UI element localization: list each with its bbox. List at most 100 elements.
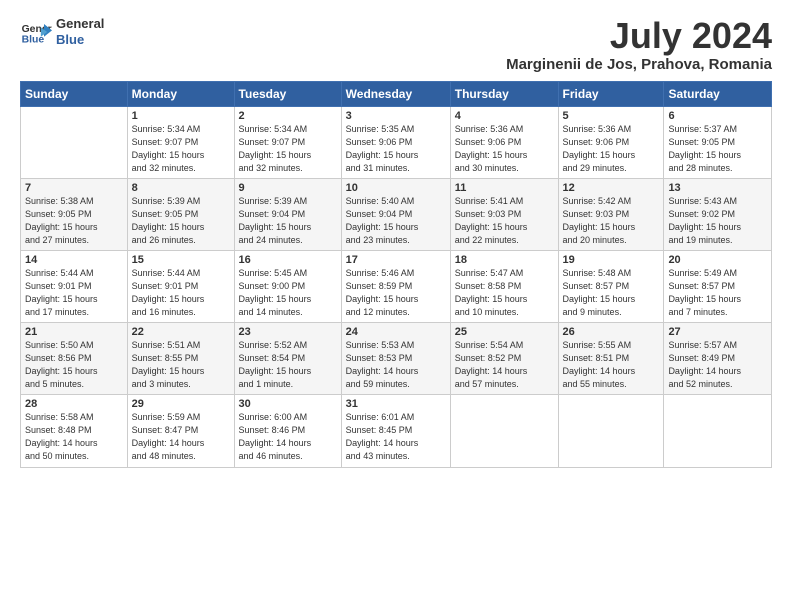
day-number: 21: [25, 326, 123, 338]
day-info: Sunrise: 5:34 AM Sunset: 9:07 PM Dayligh…: [132, 123, 230, 175]
calendar-cell: 4Sunrise: 5:36 AM Sunset: 9:06 PM Daylig…: [450, 106, 558, 178]
calendar-cell: 9Sunrise: 5:39 AM Sunset: 9:04 PM Daylig…: [234, 178, 341, 250]
calendar-cell: 10Sunrise: 5:40 AM Sunset: 9:04 PM Dayli…: [341, 178, 450, 250]
day-number: 26: [563, 326, 660, 338]
calendar-cell: 19Sunrise: 5:48 AM Sunset: 8:57 PM Dayli…: [558, 250, 664, 322]
calendar-cell: 21Sunrise: 5:50 AM Sunset: 8:56 PM Dayli…: [21, 323, 128, 395]
day-number: 31: [346, 398, 446, 410]
day-info: Sunrise: 5:44 AM Sunset: 9:01 PM Dayligh…: [132, 267, 230, 319]
day-number: 29: [132, 398, 230, 410]
day-info: Sunrise: 5:36 AM Sunset: 9:06 PM Dayligh…: [455, 123, 554, 175]
calendar-week-5: 28Sunrise: 5:58 AM Sunset: 8:48 PM Dayli…: [21, 395, 772, 467]
day-info: Sunrise: 5:47 AM Sunset: 8:58 PM Dayligh…: [455, 267, 554, 319]
month-title: July 2024: [506, 16, 772, 56]
day-info: Sunrise: 5:51 AM Sunset: 8:55 PM Dayligh…: [132, 339, 230, 391]
day-info: Sunrise: 5:36 AM Sunset: 9:06 PM Dayligh…: [563, 123, 660, 175]
calendar-cell: 17Sunrise: 5:46 AM Sunset: 8:59 PM Dayli…: [341, 250, 450, 322]
day-info: Sunrise: 5:41 AM Sunset: 9:03 PM Dayligh…: [455, 195, 554, 247]
day-number: 25: [455, 326, 554, 338]
calendar-week-2: 7Sunrise: 5:38 AM Sunset: 9:05 PM Daylig…: [21, 178, 772, 250]
day-info: Sunrise: 5:34 AM Sunset: 9:07 PM Dayligh…: [239, 123, 337, 175]
calendar-cell: 31Sunrise: 6:01 AM Sunset: 8:45 PM Dayli…: [341, 395, 450, 467]
calendar-cell: 2Sunrise: 5:34 AM Sunset: 9:07 PM Daylig…: [234, 106, 341, 178]
weekday-header-wednesday: Wednesday: [341, 81, 450, 106]
day-number: 23: [239, 326, 337, 338]
weekday-header-thursday: Thursday: [450, 81, 558, 106]
day-info: Sunrise: 5:37 AM Sunset: 9:05 PM Dayligh…: [668, 123, 767, 175]
day-info: Sunrise: 5:48 AM Sunset: 8:57 PM Dayligh…: [563, 267, 660, 319]
day-number: 17: [346, 254, 446, 266]
calendar-cell: [21, 106, 128, 178]
day-info: Sunrise: 5:53 AM Sunset: 8:53 PM Dayligh…: [346, 339, 446, 391]
day-number: 13: [668, 182, 767, 194]
day-number: 14: [25, 254, 123, 266]
calendar-cell: 11Sunrise: 5:41 AM Sunset: 9:03 PM Dayli…: [450, 178, 558, 250]
day-number: 9: [239, 182, 337, 194]
calendar-cell: 28Sunrise: 5:58 AM Sunset: 8:48 PM Dayli…: [21, 395, 128, 467]
day-info: Sunrise: 5:43 AM Sunset: 9:02 PM Dayligh…: [668, 195, 767, 247]
day-info: Sunrise: 6:00 AM Sunset: 8:46 PM Dayligh…: [239, 411, 337, 463]
calendar-cell: 5Sunrise: 5:36 AM Sunset: 9:06 PM Daylig…: [558, 106, 664, 178]
day-info: Sunrise: 5:54 AM Sunset: 8:52 PM Dayligh…: [455, 339, 554, 391]
day-number: 8: [132, 182, 230, 194]
day-number: 7: [25, 182, 123, 194]
calendar-cell: 12Sunrise: 5:42 AM Sunset: 9:03 PM Dayli…: [558, 178, 664, 250]
weekday-header-sunday: Sunday: [21, 81, 128, 106]
calendar-cell: 24Sunrise: 5:53 AM Sunset: 8:53 PM Dayli…: [341, 323, 450, 395]
calendar-cell: 14Sunrise: 5:44 AM Sunset: 9:01 PM Dayli…: [21, 250, 128, 322]
calendar-cell: 3Sunrise: 5:35 AM Sunset: 9:06 PM Daylig…: [341, 106, 450, 178]
calendar-week-3: 14 Sunrise: 5:44 AM Sunset: 9:01 PM Dayli…: [21, 250, 772, 322]
day-info: Sunrise: 5:42 AM Sunset: 9:03 PM Dayligh…: [563, 195, 660, 247]
weekday-header-saturday: Saturday: [664, 81, 772, 106]
logo: General Blue General Blue: [20, 16, 104, 48]
day-number: 4: [455, 110, 554, 122]
day-info: Sunrise: 5:35 AM Sunset: 9:06 PM Dayligh…: [346, 123, 446, 175]
calendar-cell: 13Sunrise: 5:43 AM Sunset: 9:02 PM Dayli…: [664, 178, 772, 250]
weekday-header-monday: Monday: [127, 81, 234, 106]
day-number: 18: [455, 254, 554, 266]
page: General Blue General Blue July 2024 Marg…: [0, 0, 792, 612]
calendar-cell: 26Sunrise: 5:55 AM Sunset: 8:51 PM Dayli…: [558, 323, 664, 395]
calendar-cell: [558, 395, 664, 467]
day-info: Sunrise: 5:58 AM Sunset: 8:48 PM Dayligh…: [25, 411, 123, 463]
calendar-cell: 15Sunrise: 5:44 AM Sunset: 9:01 PM Dayli…: [127, 250, 234, 322]
calendar-cell: 16Sunrise: 5:45 AM Sunset: 9:00 PM Dayli…: [234, 250, 341, 322]
day-number: 22: [132, 326, 230, 338]
calendar-cell: [450, 395, 558, 467]
day-info: Sunrise: 5:45 AM Sunset: 9:00 PM Dayligh…: [239, 267, 337, 319]
title-block: July 2024 Marginenii de Jos, Prahova, Ro…: [506, 16, 772, 73]
location-title: Marginenii de Jos, Prahova, Romania: [506, 56, 772, 73]
calendar-cell: 20Sunrise: 5:49 AM Sunset: 8:57 PM Dayli…: [664, 250, 772, 322]
day-info: Sunrise: 5:49 AM Sunset: 8:57 PM Dayligh…: [668, 267, 767, 319]
calendar-cell: 6Sunrise: 5:37 AM Sunset: 9:05 PM Daylig…: [664, 106, 772, 178]
calendar-cell: 8Sunrise: 5:39 AM Sunset: 9:05 PM Daylig…: [127, 178, 234, 250]
logo-text-blue: Blue: [56, 32, 104, 48]
day-number: 16: [239, 254, 337, 266]
day-info: Sunrise: 5:40 AM Sunset: 9:04 PM Dayligh…: [346, 195, 446, 247]
day-number: 15: [132, 254, 230, 266]
calendar-cell: 7Sunrise: 5:38 AM Sunset: 9:05 PM Daylig…: [21, 178, 128, 250]
day-info: Sunrise: 5:39 AM Sunset: 9:04 PM Dayligh…: [239, 195, 337, 247]
day-number: 20: [668, 254, 767, 266]
calendar-cell: 30Sunrise: 6:00 AM Sunset: 8:46 PM Dayli…: [234, 395, 341, 467]
calendar-cell: 18Sunrise: 5:47 AM Sunset: 8:58 PM Dayli…: [450, 250, 558, 322]
calendar-cell: 22Sunrise: 5:51 AM Sunset: 8:55 PM Dayli…: [127, 323, 234, 395]
calendar-cell: 27Sunrise: 5:57 AM Sunset: 8:49 PM Dayli…: [664, 323, 772, 395]
logo-icon: General Blue: [20, 16, 52, 48]
day-number: 11: [455, 182, 554, 194]
day-info: Sunrise: 5:46 AM Sunset: 8:59 PM Dayligh…: [346, 267, 446, 319]
day-number: 27: [668, 326, 767, 338]
header: General Blue General Blue July 2024 Marg…: [20, 16, 772, 73]
day-info: Sunrise: 5:57 AM Sunset: 8:49 PM Dayligh…: [668, 339, 767, 391]
day-number: 6: [668, 110, 767, 122]
day-number: 30: [239, 398, 337, 410]
day-number: 24: [346, 326, 446, 338]
day-info: Sunrise: 5:55 AM Sunset: 8:51 PM Dayligh…: [563, 339, 660, 391]
calendar-week-4: 21Sunrise: 5:50 AM Sunset: 8:56 PM Dayli…: [21, 323, 772, 395]
day-number: 12: [563, 182, 660, 194]
weekday-header-row: SundayMondayTuesdayWednesdayThursdayFrid…: [21, 81, 772, 106]
day-number: 5: [563, 110, 660, 122]
day-number: 10: [346, 182, 446, 194]
calendar-cell: [664, 395, 772, 467]
day-info: Sunrise: 5:59 AM Sunset: 8:47 PM Dayligh…: [132, 411, 230, 463]
